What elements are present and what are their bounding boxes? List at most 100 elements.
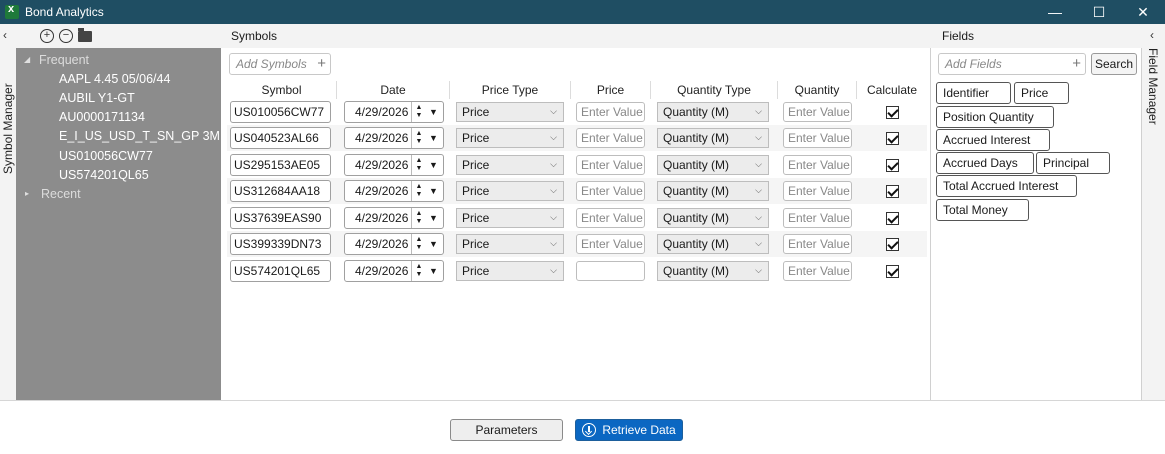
date-spinner-icon[interactable]: ▲ ▼ [411,155,426,175]
price-input[interactable] [576,261,645,281]
retrieve-data-button[interactable]: Retrieve Data [575,419,683,441]
field-chip[interactable]: Accrued Days [936,152,1034,174]
calculate-checkbox[interactable] [886,237,899,251]
price-type-select[interactable]: Price ⌵ [456,181,564,201]
collapse-right-icon[interactable]: ‹ [1150,28,1154,42]
quantity-input[interactable]: Enter Value [783,261,852,281]
quantity-type-select[interactable]: Quantity (M) ⌵ [657,128,769,148]
symbol-field[interactable]: US040523AL66 [230,127,331,149]
tree-item[interactable]: AAPL 4.45 05/06/44 [16,69,221,88]
price-input[interactable]: Enter Value [576,128,645,148]
add-circle-icon[interactable]: + [40,29,54,43]
price-input[interactable]: Enter Value [576,234,645,254]
calculate-checkbox[interactable] [886,264,899,278]
symbol-field[interactable]: US010056CW77 [230,101,331,123]
quantity-type-select[interactable]: Quantity (M) ⌵ [657,208,769,228]
price-type-select[interactable]: Price ⌵ [456,234,564,254]
date-picker[interactable]: 4/29/2026 ▲ ▼ ▼ [344,127,444,149]
chevron-down-icon[interactable]: ▼ [426,213,441,223]
price-type-select[interactable]: Price ⌵ [456,261,564,281]
quantity-type-select[interactable]: Quantity (M) ⌵ [657,234,769,254]
minimize-button[interactable]: — [1033,0,1077,24]
price-type-select[interactable]: Price ⌵ [456,155,564,175]
add-field-plus-icon[interactable]: + [1072,55,1081,72]
field-chip[interactable]: Principal [1036,152,1110,174]
date-picker[interactable]: 4/29/2026 ▲ ▼ ▼ [344,233,444,255]
quantity-input[interactable]: Enter Value [783,181,852,201]
price-input[interactable]: Enter Value [576,155,645,175]
quantity-input[interactable]: Enter Value [783,208,852,228]
close-button[interactable]: ✕ [1121,0,1165,24]
date-picker[interactable]: 4/29/2026 ▲ ▼ ▼ [344,260,444,282]
price-type-select[interactable]: Price ⌵ [456,208,564,228]
remove-circle-icon[interactable]: − [59,29,73,43]
tree-item[interactable]: AU0000171134 [16,107,221,126]
date-spinner-icon[interactable]: ▲ ▼ [411,181,426,201]
symbol-manager-tab[interactable]: Symbol Manager [1,74,15,184]
tree-group-frequent[interactable]: ◢ Frequent [16,50,221,69]
field-manager-tab[interactable]: Field Manager [1146,46,1160,126]
tree-item[interactable]: US574201QL65 [16,165,221,184]
quantity-type-select[interactable]: Quantity (M) ⌵ [657,181,769,201]
tree-item[interactable]: US010056CW77 [16,146,221,165]
date-picker[interactable]: 4/29/2026 ▲ ▼ ▼ [344,180,444,202]
chevron-down-icon[interactable]: ▼ [426,239,441,249]
chevron-down-icon[interactable]: ▼ [426,133,441,143]
symbol-field[interactable]: US37639EAS90 [230,207,331,229]
tree-item[interactable]: E_I_US_USD_T_SN_GP 3M [16,126,221,145]
parameters-button[interactable]: Parameters [450,419,563,441]
collapsed-arrow-icon[interactable]: ▸ [25,189,35,198]
chevron-down-icon[interactable]: ▼ [426,186,441,196]
quantity-type-select[interactable]: Quantity (M) ⌵ [657,155,769,175]
calculate-checkbox[interactable] [886,211,899,225]
tree-item[interactable]: AUBIL Y1-GT [16,88,221,107]
symbol-field[interactable]: US399339DN73 [230,233,331,255]
date-spinner-icon[interactable]: ▲ ▼ [411,234,426,254]
calculate-checkbox[interactable] [886,105,899,119]
date-spinner-icon[interactable]: ▲ ▼ [411,261,426,281]
quantity-input[interactable]: Enter Value [783,155,852,175]
col-date[interactable]: Date [337,81,450,99]
col-symbol[interactable]: Symbol [227,81,337,99]
price-type-select[interactable]: Price ⌵ [456,102,564,122]
add-fields-input[interactable]: Add Fields + [938,53,1086,75]
field-chip[interactable]: Price [1014,82,1069,104]
maximize-button[interactable]: ☐ [1077,0,1121,24]
expand-arrow-icon[interactable]: ◢ [24,55,34,64]
calculate-checkbox[interactable] [886,158,899,172]
add-symbols-input[interactable]: Add Symbols + [229,53,331,75]
quantity-input[interactable]: Enter Value [783,234,852,254]
collapse-left-icon[interactable]: ‹ [3,28,7,42]
field-chip[interactable]: Accrued Interest [936,129,1050,151]
symbol-field[interactable]: US312684AA18 [230,180,331,202]
field-chip[interactable]: Total Accrued Interest [936,175,1077,197]
field-chip[interactable]: Total Money [936,199,1029,221]
tree-group-recent[interactable]: ▸ Recent [16,184,221,203]
quantity-input[interactable]: Enter Value [783,102,852,122]
price-input[interactable]: Enter Value [576,181,645,201]
folder-icon[interactable] [78,27,92,42]
price-type-select[interactable]: Price ⌵ [456,128,564,148]
date-picker[interactable]: 4/29/2026 ▲ ▼ ▼ [344,154,444,176]
chevron-down-icon[interactable]: ▼ [426,107,441,117]
chevron-down-icon[interactable]: ▼ [426,160,441,170]
date-picker[interactable]: 4/29/2026 ▲ ▼ ▼ [344,207,444,229]
price-input[interactable]: Enter Value [576,102,645,122]
col-price[interactable]: Price [571,81,651,99]
date-spinner-icon[interactable]: ▲ ▼ [411,128,426,148]
add-symbol-plus-icon[interactable]: + [317,55,326,72]
chevron-down-icon[interactable]: ▼ [426,266,441,276]
col-calculate[interactable]: Calculate [857,81,927,99]
calculate-checkbox[interactable] [886,131,899,145]
col-price-type[interactable]: Price Type [450,81,571,99]
search-button[interactable]: Search [1091,53,1137,75]
symbol-field[interactable]: US295153AE05 [230,154,331,176]
date-spinner-icon[interactable]: ▲ ▼ [411,102,426,122]
date-spinner-icon[interactable]: ▲ ▼ [411,208,426,228]
symbol-field[interactable]: US574201QL65 [230,260,331,282]
quantity-type-select[interactable]: Quantity (M) ⌵ [657,261,769,281]
col-quantity[interactable]: Quantity [778,81,857,99]
col-quantity-type[interactable]: Quantity Type [651,81,778,99]
calculate-checkbox[interactable] [886,184,899,198]
date-picker[interactable]: 4/29/2026 ▲ ▼ ▼ [344,101,444,123]
